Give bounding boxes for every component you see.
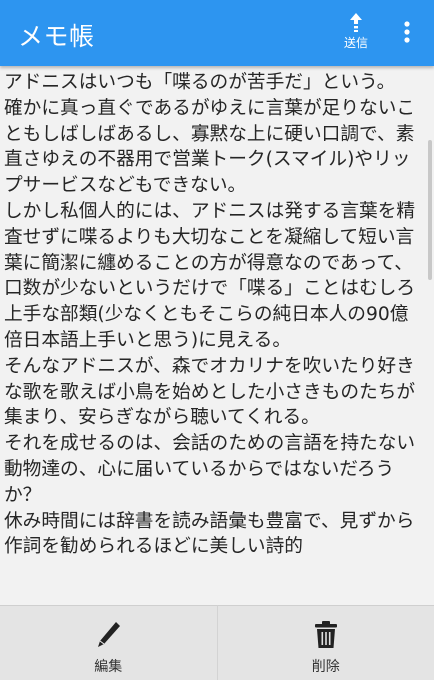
delete-label: 削除	[311, 659, 340, 675]
send-label: 送信	[343, 36, 368, 50]
delete-button[interactable]: 削除	[216, 605, 434, 680]
memo-content-area[interactable]: アドニスはいつも「喋るのが苦手だ」という。 確かに真っ直ぐであるがゆえに言葉が足…	[0, 66, 434, 680]
scrollbar-thumb[interactable]	[428, 140, 432, 280]
memo-text[interactable]: アドニスはいつも「喋るのが苦手だ」という。 確かに真っ直ぐであるがゆえに言葉が足…	[4, 70, 426, 560]
overflow-menu-button[interactable]	[392, 12, 422, 52]
more-vertical-icon	[404, 21, 410, 43]
trash-icon	[314, 621, 337, 648]
app-title: メモ帳	[18, 22, 95, 51]
send-button[interactable]: 送信	[335, 6, 377, 58]
upload-arrow-icon	[350, 13, 362, 32]
app-bar: メモ帳 送信	[0, 0, 434, 66]
pencil-icon	[98, 622, 121, 647]
bottom-action-bar: 編集 削除	[0, 605, 434, 680]
edit-label: 編集	[94, 659, 123, 675]
edit-button[interactable]: 編集	[0, 605, 217, 680]
